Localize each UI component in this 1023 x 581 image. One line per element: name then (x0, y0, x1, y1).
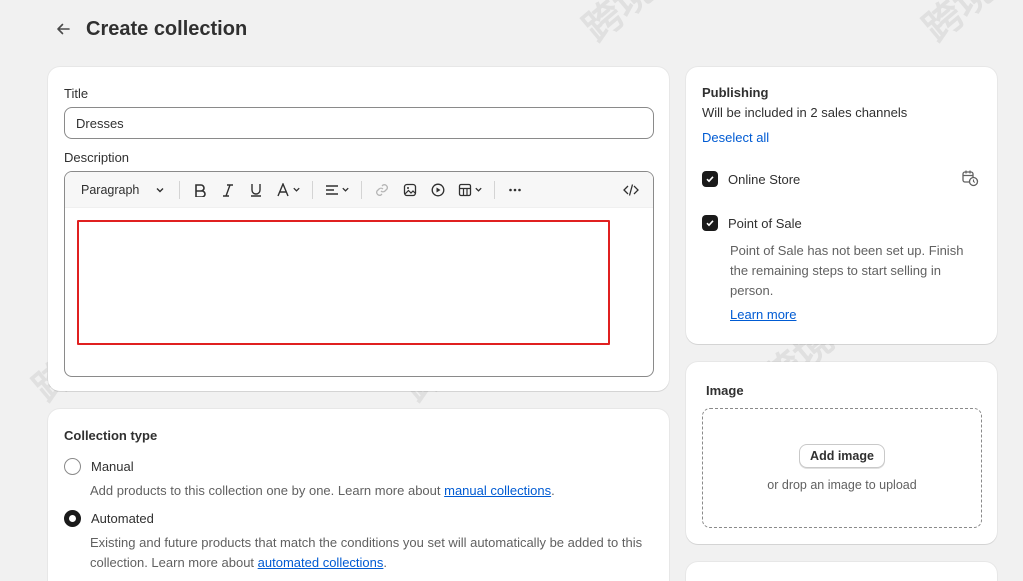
drop-hint: or drop an image to upload (767, 478, 917, 492)
schedule-calendar-icon[interactable] (961, 169, 981, 189)
add-image-button[interactable]: Add image (799, 444, 885, 468)
pos-setup-note: Point of Sale has not been set up. Finis… (730, 243, 964, 298)
code-view-icon[interactable] (617, 176, 645, 204)
automated-collections-link[interactable]: automated collections (258, 555, 384, 570)
automated-help-text: Existing and future products that match … (90, 535, 643, 570)
back-arrow-icon[interactable] (52, 18, 74, 40)
image-dropzone[interactable]: Add image or drop an image to upload (702, 408, 982, 528)
chevron-down-icon (156, 187, 164, 192)
align-icon[interactable] (319, 176, 355, 204)
title-label: Title (64, 86, 89, 101)
more-options-icon[interactable] (501, 176, 529, 204)
manual-label: Manual (91, 459, 134, 474)
link-icon[interactable] (368, 176, 396, 204)
title-input[interactable] (64, 107, 654, 139)
toolbar-divider (179, 180, 180, 199)
manual-radio[interactable] (64, 458, 81, 475)
editor-toolbar: Paragraph (65, 172, 653, 208)
point-of-sale-checkbox[interactable] (702, 215, 718, 231)
image-title: Image (706, 383, 744, 398)
page-header: Create collection (52, 14, 247, 44)
learn-more-link[interactable]: Learn more (730, 307, 796, 322)
automated-label: Automated (91, 511, 154, 526)
text-color-icon[interactable] (270, 176, 306, 204)
publishing-card: Publishing Will be included in 2 sales c… (686, 67, 997, 344)
video-icon[interactable] (424, 176, 452, 204)
collection-type-card: Collection type Manual Add products to t… (48, 409, 669, 581)
description-label: Description (64, 150, 130, 165)
watermark: 跨境出海陆路 (569, 0, 779, 52)
publishing-title: Publishing (702, 85, 769, 100)
channel-online-store[interactable]: Online Store (702, 171, 800, 187)
watermark: 跨境出海陆路 (909, 0, 1023, 52)
automated-radio[interactable] (64, 510, 81, 527)
online-store-checkbox[interactable] (702, 171, 718, 187)
description-editor[interactable]: Paragraph (64, 171, 654, 377)
manual-help-text: Add products to this collection one by o… (90, 483, 555, 498)
toolbar-divider (361, 180, 362, 199)
checkmark-icon (706, 220, 714, 227)
italic-icon[interactable] (214, 176, 242, 204)
manual-option[interactable]: Manual (64, 458, 134, 475)
toolbar-divider (312, 180, 313, 199)
title-description-card: Title Description Paragraph (48, 67, 669, 391)
table-icon[interactable] (452, 176, 488, 204)
underline-icon[interactable] (242, 176, 270, 204)
point-of-sale-label: Point of Sale (728, 215, 802, 231)
checkmark-icon (706, 176, 714, 183)
online-store-label: Online Store (728, 171, 801, 187)
image-icon[interactable] (396, 176, 424, 204)
automated-option[interactable]: Automated (64, 510, 154, 527)
publishing-subtitle: Will be included in 2 sales channels (702, 105, 908, 120)
deselect-all-link[interactable]: Deselect all (702, 130, 769, 145)
description-text-area[interactable] (77, 220, 610, 345)
image-card: Image Add image or drop an image to uplo… (686, 362, 997, 544)
next-card (686, 562, 997, 581)
paragraph-format-select[interactable]: Paragraph (73, 176, 173, 204)
manual-collections-link[interactable]: manual collections (444, 483, 551, 498)
collection-type-title: Collection type (64, 428, 158, 443)
toolbar-divider (494, 180, 495, 199)
page-title: Create collection (86, 17, 248, 40)
paragraph-format-label: Paragraph (81, 182, 140, 197)
channel-point-of-sale[interactable]: Point of Sale (702, 215, 802, 231)
bold-icon[interactable] (186, 176, 214, 204)
